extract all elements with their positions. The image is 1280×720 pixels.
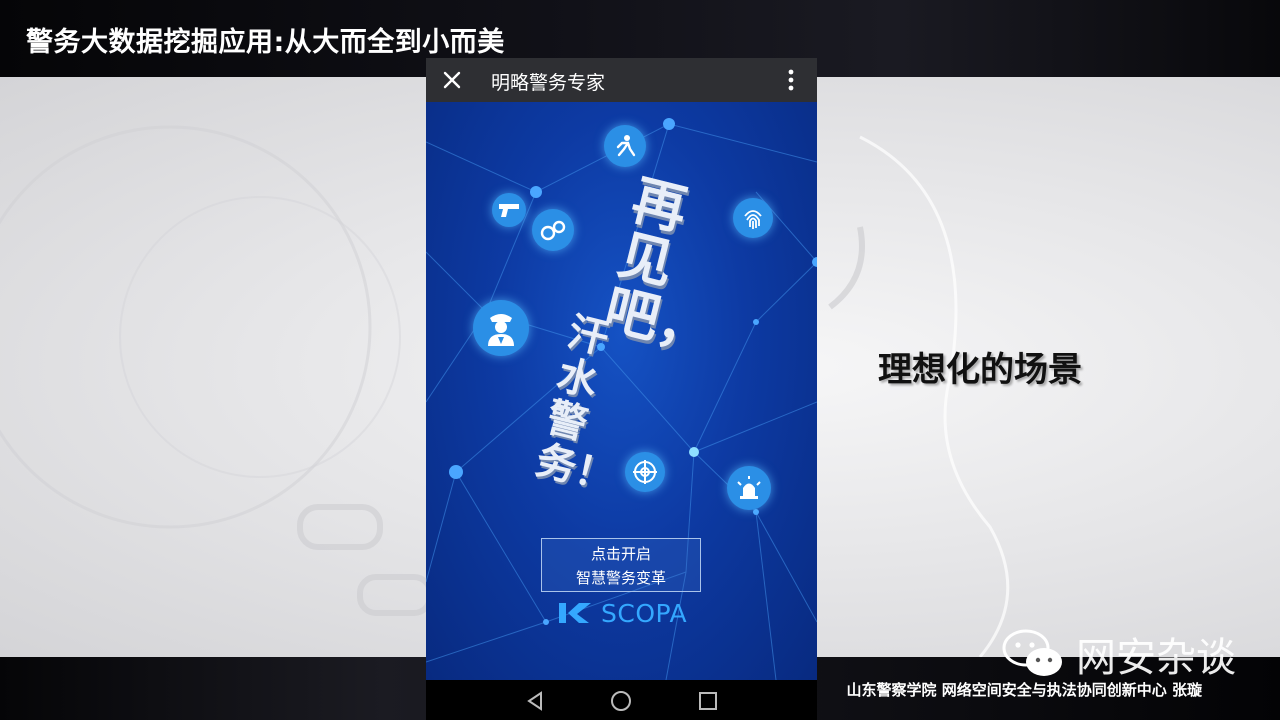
scopa-brand: SCOPA xyxy=(559,598,687,628)
recents-square-icon xyxy=(699,692,717,710)
android-nav-bar xyxy=(426,680,817,720)
siren-icon xyxy=(727,466,771,510)
phone-screen: 明略警务专家 再见吧， 汗水警务！ 点击开启 智慧警务变革 SCOPA xyxy=(426,58,817,720)
scene-caption: 理想化的场景 xyxy=(878,350,1082,390)
watermark-text: 网安杂谈 xyxy=(1076,635,1236,681)
handcuffs-icon xyxy=(532,209,574,251)
fingerprint-icon xyxy=(733,198,773,238)
slide-title: 警务大数据挖掘应用:从大而全到小而美 xyxy=(26,27,505,58)
network-lines-decoration xyxy=(426,118,817,680)
target-crosshair-icon xyxy=(625,452,665,492)
running-suspect-icon xyxy=(604,125,646,167)
more-vertical-icon xyxy=(788,69,794,91)
back-button[interactable] xyxy=(520,686,550,716)
wechat-watermark: 网安杂谈 xyxy=(1000,626,1236,682)
footer-credit: 山东警察学院 网络空间安全与执法协同创新中心 张璇 xyxy=(846,681,1202,699)
brand-name: SCOPA xyxy=(601,598,688,628)
cta-line-1: 点击开启 xyxy=(590,545,651,563)
recents-button[interactable] xyxy=(693,686,723,716)
home-button[interactable] xyxy=(606,686,636,716)
back-triangle-icon xyxy=(527,691,542,711)
pistol-icon xyxy=(492,193,526,227)
scopa-logo-icon xyxy=(559,603,591,623)
more-options-button[interactable] xyxy=(775,64,807,96)
home-circle-icon xyxy=(611,691,631,711)
close-button[interactable] xyxy=(436,64,468,96)
app-title: 明略警务专家 xyxy=(491,72,606,94)
wechat-logo-icon xyxy=(1002,629,1062,676)
promo-poster: 再见吧， 汗水警务！ 点击开启 智慧警务变革 SCOPA xyxy=(426,102,817,680)
start-transformation-button[interactable]: 点击开启 智慧警务变革 xyxy=(541,538,701,592)
cta-line-2: 智慧警务变革 xyxy=(575,569,666,587)
close-icon xyxy=(443,71,461,89)
police-officer-icon xyxy=(473,300,529,356)
app-title-bar: 明略警务专家 xyxy=(426,58,817,102)
